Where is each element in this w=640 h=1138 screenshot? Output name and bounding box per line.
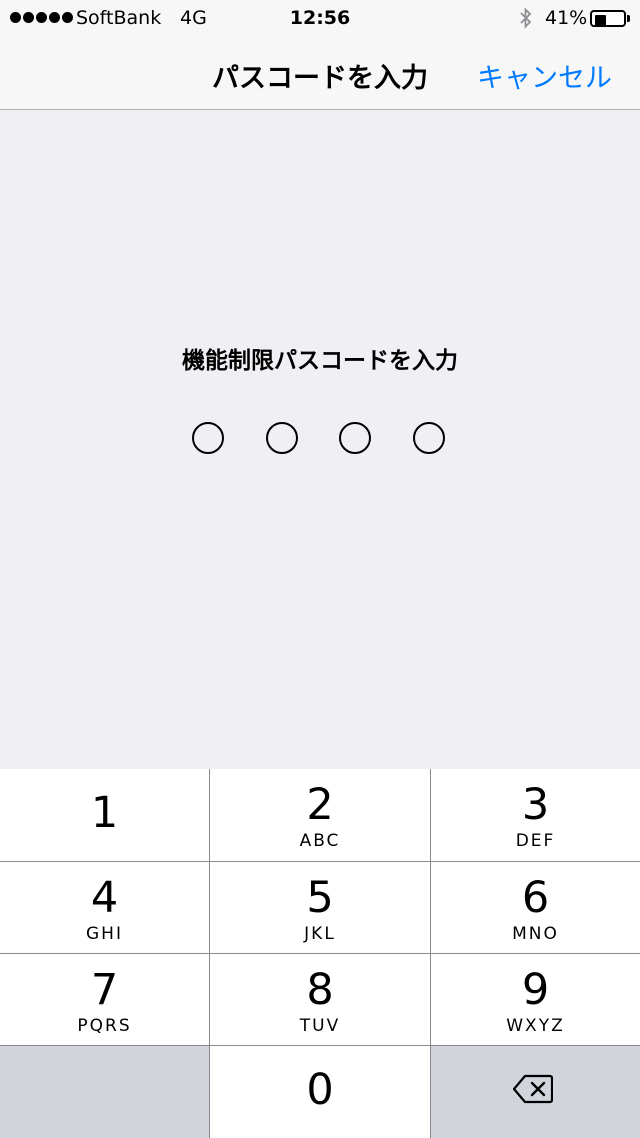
backspace-icon	[513, 1074, 553, 1104]
key-6[interactable]: 6 MNO	[431, 862, 640, 953]
key-digit: 5	[306, 873, 334, 923]
passcode-dots	[192, 422, 448, 456]
key-digit: 3	[521, 780, 550, 830]
key-0[interactable]: 0	[210, 1046, 430, 1138]
key-2[interactable]: 2 ABC	[210, 769, 430, 861]
key-digit: 6	[521, 873, 550, 923]
numeric-keypad: 1 2 ABC 3 DEF 4 GHI 5 JKL 6 MNO 7 PQRS 8	[0, 769, 640, 1138]
cancel-button[interactable]: キャンセル	[477, 56, 612, 95]
bluetooth-icon	[520, 7, 532, 29]
passcode-dot	[413, 422, 445, 454]
status-bar: SoftBank 4G 12:56 41%	[0, 0, 640, 36]
key-1[interactable]: 1	[0, 769, 209, 861]
key-digit: 7	[90, 965, 119, 1015]
key-letters: PQRS	[77, 1016, 132, 1036]
key-3[interactable]: 3 DEF	[431, 769, 640, 861]
passcode-prompt: 機能制限パスコードを入力	[182, 348, 458, 374]
key-letters: WXYZ	[506, 1016, 565, 1036]
key-4[interactable]: 4 GHI	[0, 862, 209, 953]
key-digit: 8	[306, 965, 334, 1015]
key-letters: DEF	[515, 831, 556, 851]
key-9[interactable]: 9 WXYZ	[431, 954, 640, 1045]
delete-button[interactable]	[431, 1046, 640, 1138]
passcode-screen: SoftBank 4G 12:56 41% パスコードを入力 キャンセル 機能制…	[0, 0, 640, 1138]
key-digit: 9	[521, 965, 550, 1015]
key-letters: ABC	[299, 831, 341, 851]
empty-key	[0, 1046, 209, 1138]
battery-icon	[590, 10, 630, 27]
key-digit: 2	[306, 780, 334, 830]
key-7[interactable]: 7 PQRS	[0, 954, 209, 1045]
key-5[interactable]: 5 JKL	[210, 862, 430, 953]
navigation-bar: パスコードを入力 キャンセル	[0, 36, 640, 110]
key-letters: MNO	[512, 924, 559, 944]
battery-percentage: 41%	[545, 7, 588, 29]
passcode-dot	[192, 422, 224, 454]
passcode-dot	[339, 422, 371, 454]
key-letters: JKL	[304, 924, 336, 944]
key-digit: 4	[90, 873, 119, 923]
key-letters: GHI	[86, 924, 123, 944]
key-letters: TUV	[299, 1016, 341, 1036]
key-8[interactable]: 8 TUV	[210, 954, 430, 1045]
key-digit: 1	[90, 788, 119, 838]
status-time: 12:56	[289, 7, 351, 29]
passcode-dot	[266, 422, 298, 454]
key-digit: 0	[306, 1065, 334, 1115]
